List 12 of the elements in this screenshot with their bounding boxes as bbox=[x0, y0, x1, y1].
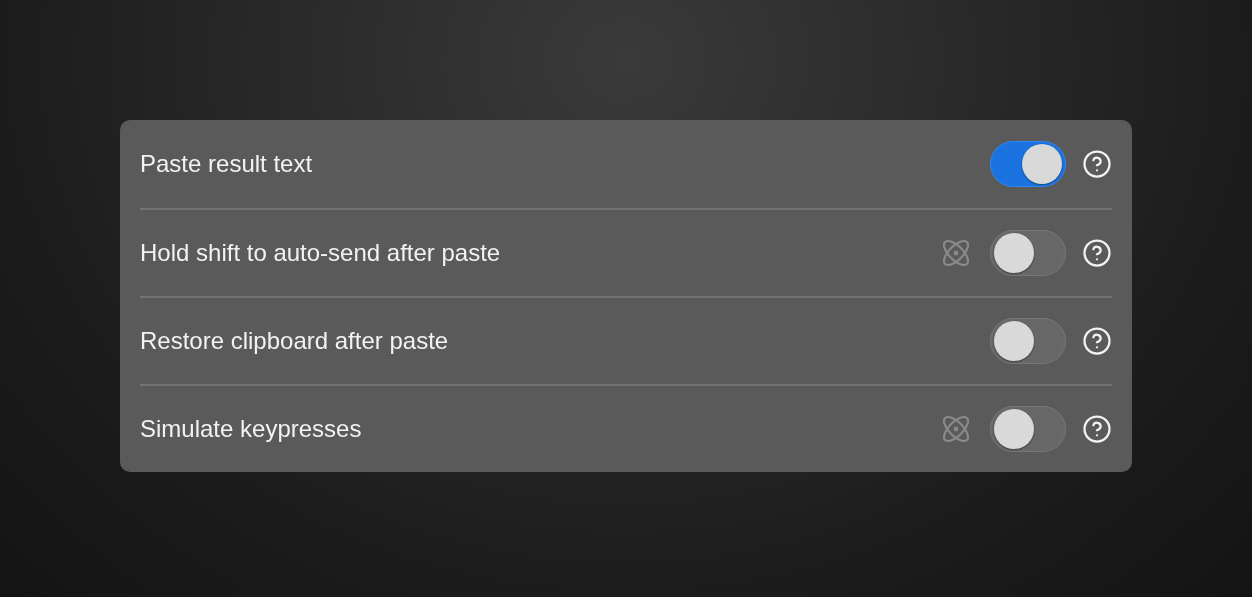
setting-label: Hold shift to auto-send after paste bbox=[140, 238, 502, 268]
toggle-switch[interactable] bbox=[990, 230, 1066, 276]
setting-label: Simulate keypresses bbox=[140, 414, 363, 444]
help-icon[interactable] bbox=[1082, 414, 1112, 444]
toggle-switch[interactable] bbox=[990, 318, 1066, 364]
toggle-switch[interactable] bbox=[990, 406, 1066, 452]
help-icon[interactable] bbox=[1082, 326, 1112, 356]
help-icon[interactable] bbox=[1082, 238, 1112, 268]
toggle-switch[interactable] bbox=[990, 141, 1066, 187]
help-icon[interactable] bbox=[1082, 149, 1112, 179]
setting-label: Paste result text bbox=[140, 149, 314, 179]
setting-label: Restore clipboard after paste bbox=[140, 326, 450, 356]
